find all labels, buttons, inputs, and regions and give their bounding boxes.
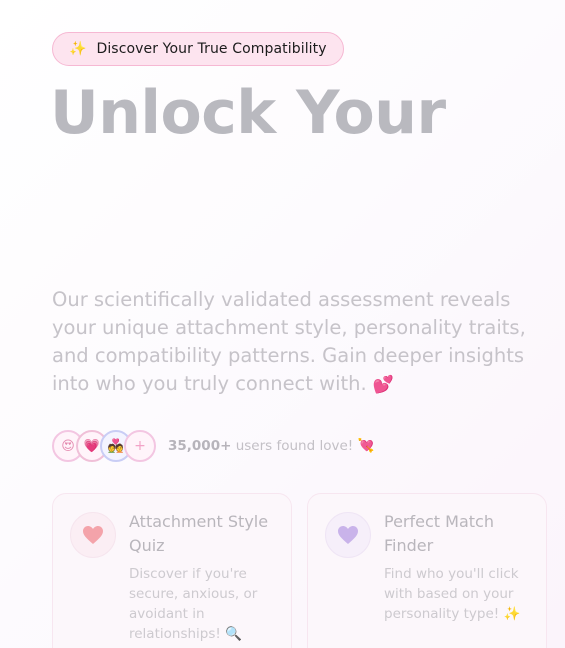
heart-icon [70, 512, 116, 558]
card-description: Find who you'll click with based on your… [384, 564, 534, 624]
compatibility-badge: ✨ Discover Your True Compatibility [52, 32, 344, 66]
sparkles-icon: ✨ [503, 606, 521, 622]
avatar-group: 😍 💗 💑 + [52, 430, 156, 462]
two-hearts-icon: 💕 [372, 375, 395, 395]
social-proof-text: 35,000+ users found love! 💘 [168, 438, 374, 454]
feature-card-match[interactable]: Perfect Match Finder Find who you'll cli… [307, 493, 547, 648]
card-description: Discover if you're secure, anxious, or a… [129, 564, 279, 644]
card-title: Perfect Match Finder [384, 512, 494, 555]
hero-title: Unlock Your [50, 78, 446, 148]
heart-arrow-icon: 💘 [357, 438, 375, 454]
card-title: Attachment Style Quiz [129, 512, 269, 555]
hero-description: Our scientifically validated assessment … [52, 286, 552, 399]
magnifier-icon: 🔍 [225, 626, 242, 642]
purple-heart-icon [325, 512, 371, 558]
sparkles-icon: ✨ [69, 41, 87, 57]
social-proof: 😍 💗 💑 + 35,000+ users found love! 💘 [52, 430, 374, 462]
feature-card-attachment[interactable]: Attachment Style Quiz Discover if you're… [52, 493, 292, 648]
hero-description-text: Our scientifically validated assessment … [52, 288, 526, 395]
badge-label: Discover Your True Compatibility [96, 41, 327, 57]
social-proof-label: users found love! [231, 438, 358, 454]
card-description-text: Find who you'll click with based on your… [384, 566, 519, 622]
user-count: 35,000+ [168, 438, 232, 454]
avatar-more: + [124, 430, 156, 462]
